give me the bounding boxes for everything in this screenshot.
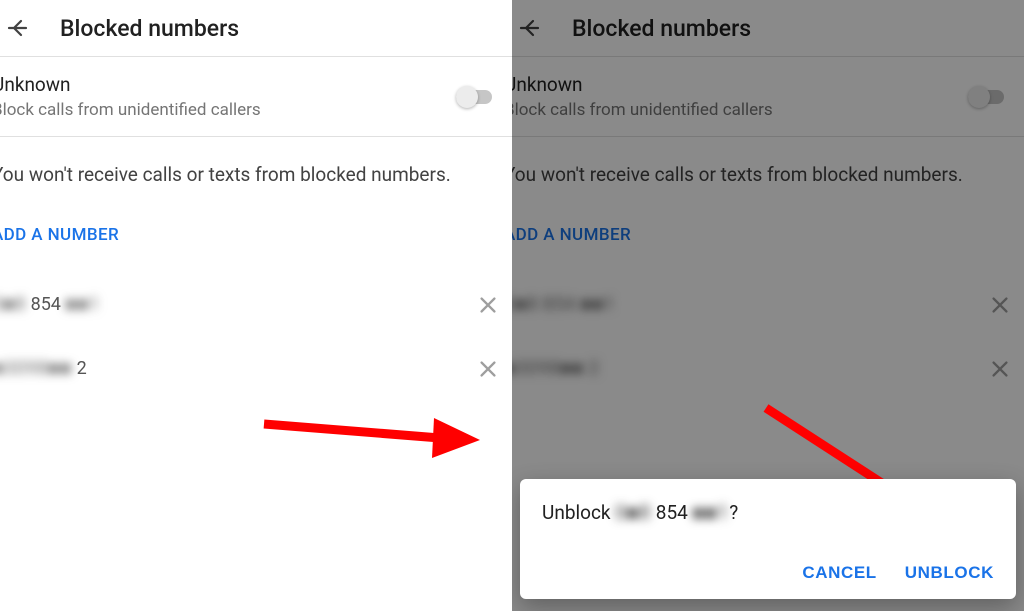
unknown-title: Unknown bbox=[0, 73, 456, 96]
info-text: You won't receive calls or texts from bl… bbox=[0, 137, 512, 203]
dialog-actions: CANCEL UNBLOCK bbox=[542, 563, 994, 583]
header: Blocked numbers bbox=[0, 0, 512, 56]
annotation-arrow bbox=[262, 398, 482, 468]
page-title: Blocked numbers bbox=[60, 15, 239, 42]
add-number-button[interactable]: ADD A NUMBER bbox=[0, 203, 512, 273]
close-icon bbox=[477, 358, 499, 380]
blocked-row: 0■8 854 ■■1 bbox=[0, 273, 512, 337]
blocked-number: ■3098■■ 2 bbox=[0, 358, 474, 379]
right-pane: Blocked numbers Unknown Block calls from… bbox=[512, 0, 1024, 611]
blocked-number: 0■8 854 ■■1 bbox=[0, 294, 474, 315]
unblock-dialog: Unblock 0■8 854 ■■1? CANCEL UNBLOCK bbox=[520, 479, 1016, 599]
unblock-button[interactable]: UNBLOCK bbox=[905, 563, 994, 583]
blocked-row: ■3098■■ 2 bbox=[0, 337, 512, 401]
left-pane: Blocked numbers Unknown Block calls from… bbox=[0, 0, 512, 611]
back-button[interactable] bbox=[4, 14, 32, 42]
remove-number-button[interactable] bbox=[474, 291, 502, 319]
dialog-message: Unblock 0■8 854 ■■1? bbox=[542, 501, 994, 525]
unknown-setting[interactable]: Unknown Block calls from unidentified ca… bbox=[0, 57, 512, 136]
unknown-subtitle: Block calls from unidentified callers bbox=[0, 100, 456, 120]
remove-number-button[interactable] bbox=[474, 355, 502, 383]
cancel-button[interactable]: CANCEL bbox=[802, 563, 876, 583]
arrow-left-icon bbox=[6, 16, 30, 40]
toggle-thumb bbox=[456, 86, 478, 108]
unknown-toggle[interactable] bbox=[456, 86, 496, 108]
close-icon bbox=[477, 294, 499, 316]
